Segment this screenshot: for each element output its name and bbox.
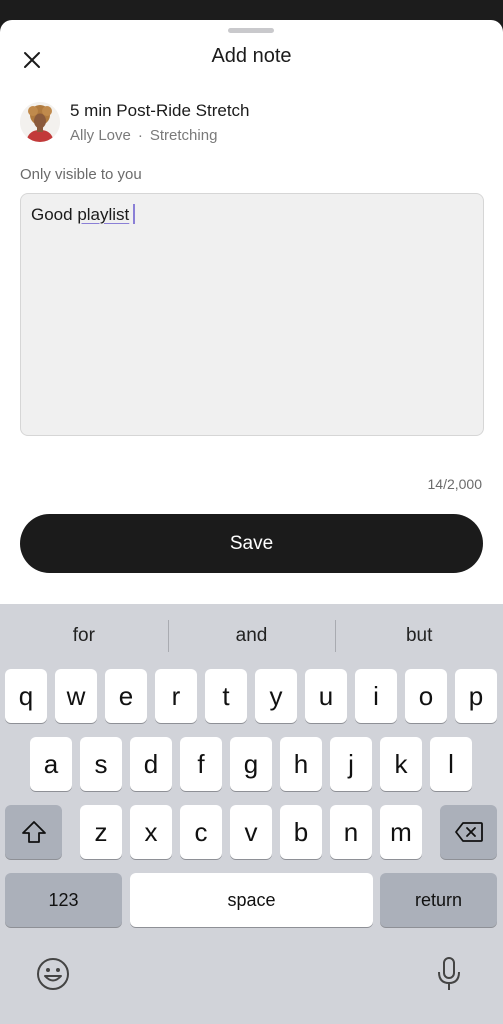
instructor-name[interactable]: Ally Love: [70, 127, 131, 144]
status-bar-area: [0, 0, 503, 22]
key-x[interactable]: x: [130, 805, 172, 859]
class-title: 5 min Post-Ride Stretch: [70, 101, 250, 120]
key-n[interactable]: n: [330, 805, 372, 859]
suggestion-2[interactable]: and: [167, 616, 336, 656]
suggestion-3[interactable]: but: [335, 616, 503, 656]
save-button[interactable]: Save: [20, 514, 483, 573]
instructor-avatar: [20, 102, 60, 142]
shift-icon: [21, 821, 46, 843]
backspace-key[interactable]: [440, 805, 497, 859]
numbers-key[interactable]: 123: [5, 873, 122, 927]
microphone-icon: [438, 957, 460, 990]
note-text-autocorrect[interactable]: playlist: [77, 205, 129, 224]
add-note-sheet: Add note 5 min Post-Ride Stretch Ally Lo…: [0, 20, 503, 610]
key-m[interactable]: m: [380, 805, 422, 859]
key-j[interactable]: j: [330, 737, 372, 791]
key-p[interactable]: p: [455, 669, 497, 723]
sheet-title: Add note: [211, 45, 292, 67]
shift-key[interactable]: [5, 805, 62, 859]
dictation-button[interactable]: [429, 954, 469, 994]
key-e[interactable]: e: [105, 669, 147, 723]
key-s[interactable]: s: [80, 737, 122, 791]
key-f[interactable]: f: [180, 737, 222, 791]
key-r[interactable]: r: [155, 669, 197, 723]
class-category: Stretching: [149, 127, 218, 144]
key-t[interactable]: t: [205, 669, 247, 723]
backspace-icon: [454, 822, 483, 842]
text-caret: [133, 204, 136, 224]
meta-separator: ·: [137, 127, 143, 144]
key-q[interactable]: q: [5, 669, 47, 723]
key-a[interactable]: a: [30, 737, 72, 791]
space-key[interactable]: space: [130, 873, 373, 927]
note-textarea[interactable]: Good playlist: [20, 193, 484, 436]
emoji-button[interactable]: [33, 954, 73, 994]
key-d[interactable]: d: [130, 737, 172, 791]
suggestion-1[interactable]: for: [0, 616, 168, 656]
key-c[interactable]: c: [180, 805, 222, 859]
keyboard-suggestions: for and but: [0, 616, 503, 656]
emoji-icon: [37, 958, 69, 990]
key-k[interactable]: k: [380, 737, 422, 791]
key-b[interactable]: b: [280, 805, 322, 859]
sheet-grabber[interactable]: [228, 28, 274, 33]
key-w[interactable]: w: [55, 669, 97, 723]
key-v[interactable]: v: [230, 805, 272, 859]
key-h[interactable]: h: [280, 737, 322, 791]
key-z[interactable]: z: [80, 805, 122, 859]
key-i[interactable]: i: [355, 669, 397, 723]
note-text: Good: [31, 205, 78, 224]
key-o[interactable]: o: [405, 669, 447, 723]
class-meta: Ally Love · Stretching: [70, 126, 217, 146]
key-u[interactable]: u: [305, 669, 347, 723]
visibility-label: Only visible to you: [20, 166, 142, 183]
return-key[interactable]: return: [380, 873, 497, 927]
key-l[interactable]: l: [430, 737, 472, 791]
key-y[interactable]: y: [255, 669, 297, 723]
key-g[interactable]: g: [230, 737, 272, 791]
onscreen-keyboard: for and but q w e r t y u i o p a s d f …: [0, 604, 503, 1024]
character-count: 14/2,000: [427, 476, 483, 492]
